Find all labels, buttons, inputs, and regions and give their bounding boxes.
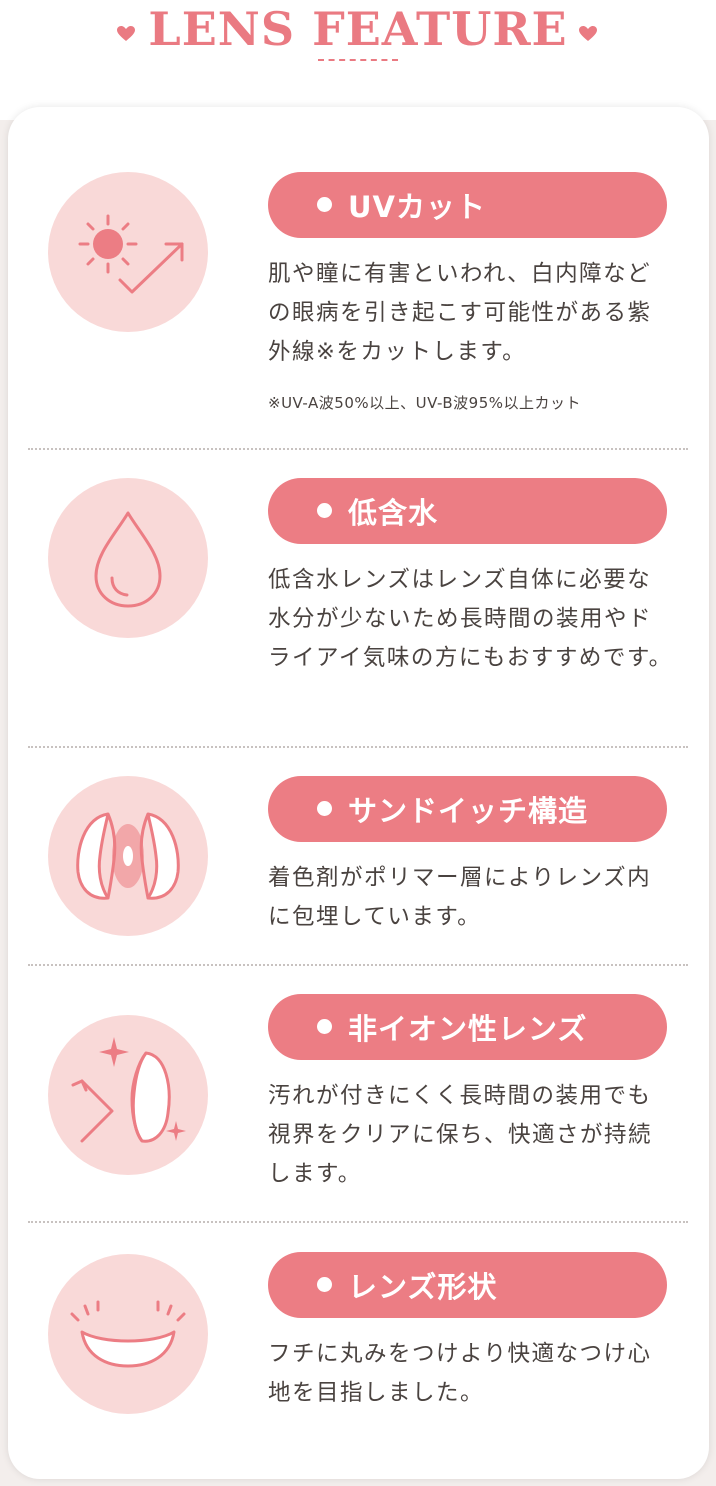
feature-title: 非イオン性レンズ	[348, 1012, 588, 1046]
feature-card: UVカット 肌や瞳に有害といわれ、白内障などの眼病を引き起こす可能性がある紫外線…	[8, 107, 709, 1479]
title-underline	[318, 59, 398, 61]
feature-title-pill: 非イオン性レンズ	[268, 994, 667, 1060]
divider	[28, 1221, 688, 1223]
feature-title: レンズ形状	[348, 1270, 498, 1304]
feature-description: フチに丸みをつけより快適なつけ心地を目指しました。	[268, 1341, 652, 1406]
feature-title-pill: サンドイッチ構造	[268, 776, 667, 842]
feature-title: 低含水	[348, 496, 439, 530]
feature-description: 汚れが付きにくく長時間の装用でも視界をクリアに保ち、快適さが持続します。	[268, 1083, 653, 1187]
feature-icon-circle	[48, 776, 208, 936]
feature-description: 低含水レンズはレンズ自体に必要な水分が少ないため長時間の装用やドライアイ気味の方…	[268, 567, 673, 671]
page-title: LENS FEATURE	[148, 2, 568, 56]
feature-note: ※UV-A波50%以上、UV-B波95%以上カット	[268, 394, 581, 412]
feature-icon-circle	[48, 1015, 208, 1175]
lens-shape-icon	[70, 1300, 186, 1368]
feature-icon-circle	[48, 172, 208, 332]
feature-title: UVカット	[348, 190, 486, 224]
feature-title-pill: レンズ形状	[268, 1252, 667, 1318]
divider	[28, 964, 688, 966]
uv-sun-icon	[78, 214, 184, 294]
water-drop-icon	[94, 511, 162, 608]
divider	[28, 448, 688, 450]
feature-icon-circle	[48, 1254, 208, 1414]
feature-description: 肌や瞳に有害といわれ、白内障などの眼病を引き起こす可能性がある紫外線※をカットし…	[268, 261, 652, 365]
sandwich-lens-icon	[76, 812, 180, 900]
sparkle-lens-icon	[71, 1037, 186, 1143]
heart-icon	[579, 26, 597, 41]
divider	[28, 746, 688, 748]
section-header: LENS FEATURE	[0, 0, 716, 72]
feature-description: 着色剤がポリマー層によりレンズ内に包埋しています。	[268, 865, 652, 930]
feature-title-pill: UVカット	[268, 172, 667, 238]
feature-title-pill: 低含水	[268, 478, 667, 544]
feature-title: サンドイッチ構造	[348, 794, 589, 828]
feature-icon-circle	[48, 478, 208, 638]
